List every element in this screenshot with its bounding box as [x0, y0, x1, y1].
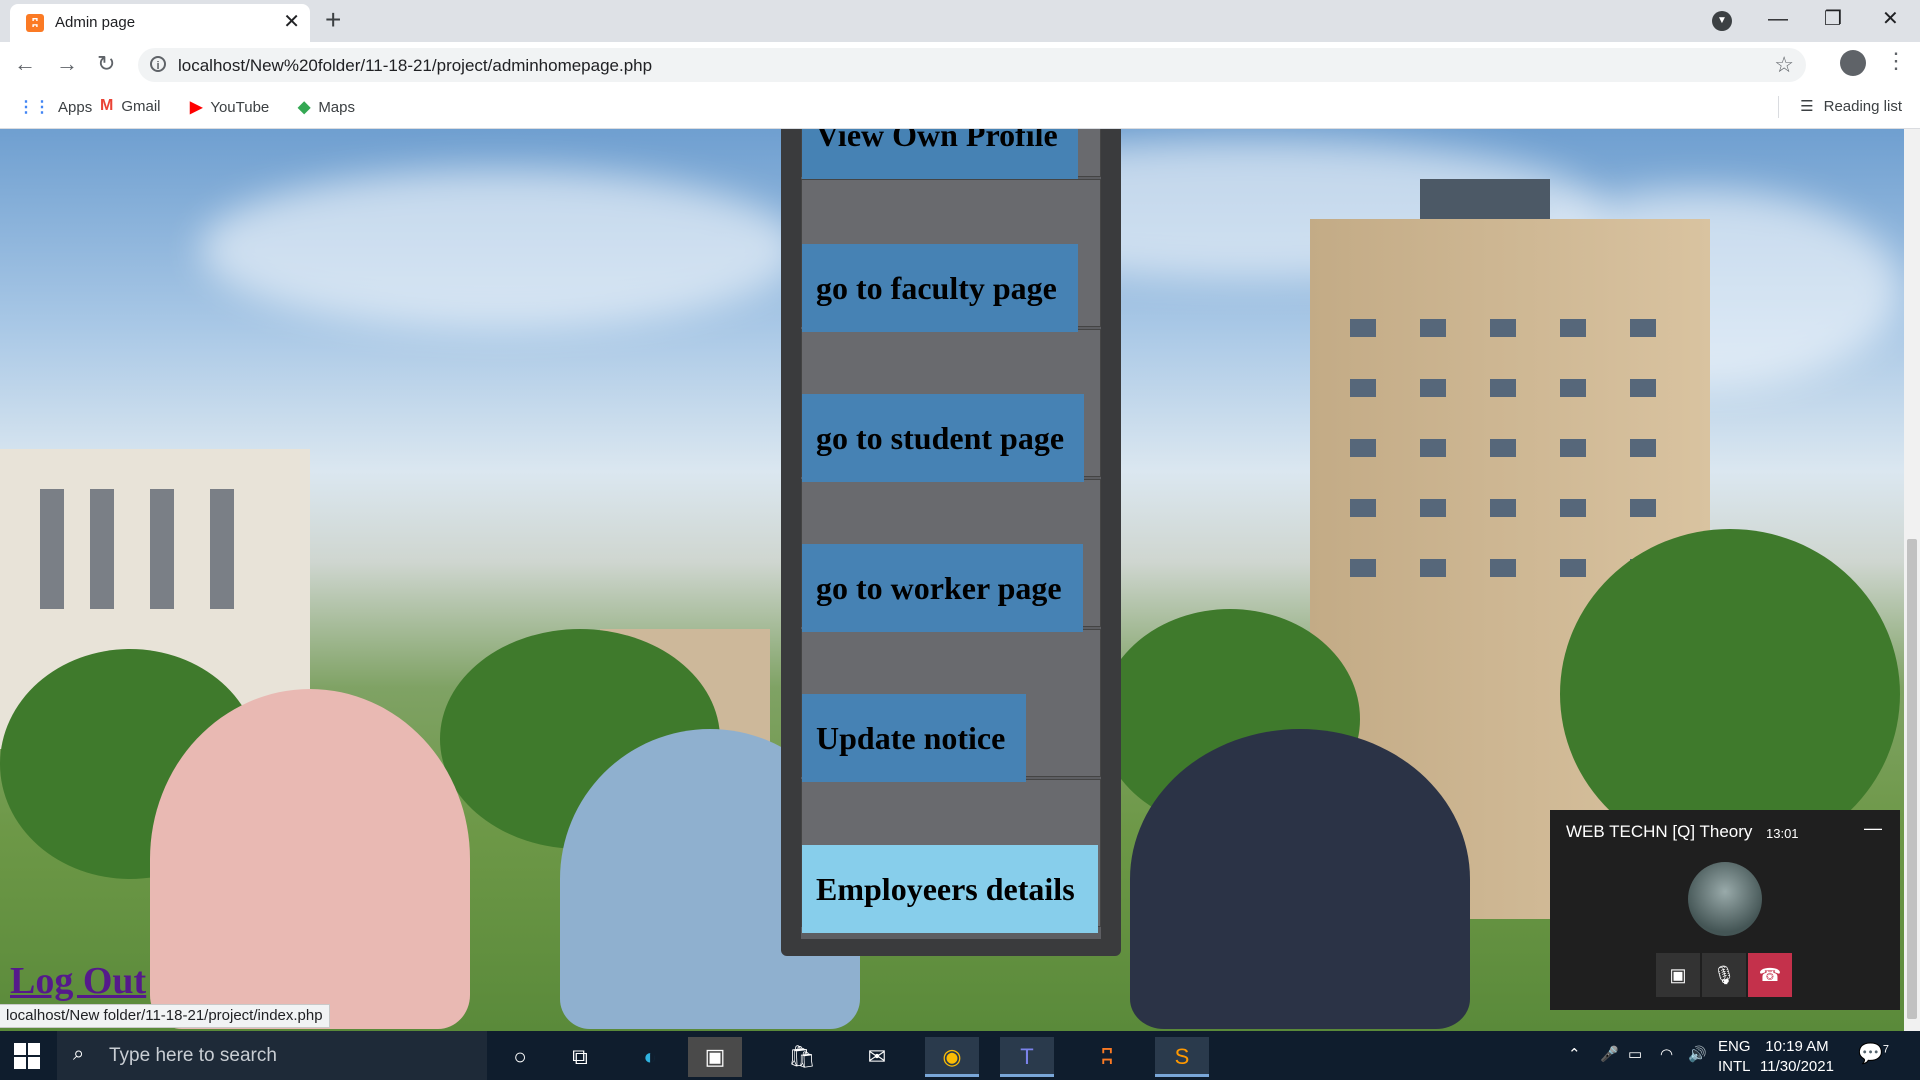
- search-icon: ⌕: [73, 1043, 85, 1065]
- mic-muted-icon[interactable]: 🎙: [1702, 953, 1746, 997]
- student-figure: [1130, 729, 1470, 1029]
- bookmark-maps[interactable]: ◆ Maps: [298, 97, 355, 117]
- url-text[interactable]: localhost/New%20folder/11-18-21/project/…: [178, 56, 652, 76]
- windows-start-icon[interactable]: [14, 1043, 40, 1069]
- bookmark-youtube[interactable]: ▶ YouTube: [190, 97, 269, 117]
- logout-link[interactable]: Log Out: [10, 959, 146, 1003]
- scrollbar-thumb[interactable]: [1907, 539, 1917, 1019]
- address-bar[interactable]: i localhost/New%20folder/11-18-21/projec…: [138, 48, 1806, 82]
- tab-strip: ʭ Admin page ✕ + ▼ — ❐ ✕: [0, 0, 1920, 42]
- xampp-taskbar-icon[interactable]: ʭ: [1080, 1037, 1134, 1077]
- minimize-icon[interactable]: —: [1768, 6, 1788, 32]
- apps-grid-icon: ⋮⋮: [18, 99, 50, 116]
- notification-count: 7: [1882, 1043, 1890, 1056]
- reload-icon[interactable]: ↻: [97, 50, 115, 78]
- search-placeholder: Type here to search: [109, 1045, 277, 1066]
- minimize-call-icon[interactable]: —: [1864, 818, 1882, 839]
- new-tab-button[interactable]: +: [325, 5, 341, 35]
- teams-icon[interactable]: T: [1000, 1037, 1054, 1077]
- status-bar-url: localhost/New folder/11-18-21/project/in…: [0, 1004, 330, 1028]
- windows-taskbar: ⌕ Type here to search ○ ⧉ ◐ ▣ 🛍 ✉ ◉ T ʭ …: [0, 1031, 1920, 1080]
- clock-time: 10:19 AM: [1765, 1038, 1829, 1055]
- xampp-icon: ʭ: [26, 14, 44, 32]
- taskbar-clock[interactable]: 10:19 AM 11/30/2021: [1760, 1037, 1834, 1077]
- student-figure: [150, 689, 470, 1029]
- teams-call-window[interactable]: WEB TECHN [Q] Theory 13:01 — ▣ 🎙 ☎: [1550, 810, 1900, 1010]
- gmail-icon: M: [100, 97, 114, 114]
- language-indicator[interactable]: ENG INTL: [1718, 1037, 1751, 1077]
- network-icon[interactable]: ◠: [1660, 1045, 1673, 1063]
- page-scrollbar[interactable]: [1904, 129, 1920, 1031]
- maps-icon: ◆: [298, 99, 311, 116]
- close-window-icon[interactable]: ✕: [1882, 6, 1899, 32]
- faculty-page-button[interactable]: go to faculty page: [802, 244, 1078, 332]
- worker-page-button[interactable]: go to worker page: [802, 544, 1083, 632]
- reading-list-icon: ☰: [1800, 98, 1814, 115]
- employeers-details-button[interactable]: Employeers details: [802, 845, 1098, 933]
- bookmark-star-icon[interactable]: ☆: [1774, 52, 1794, 78]
- app-icon[interactable]: ▣: [688, 1037, 742, 1077]
- close-tab-icon[interactable]: ✕: [283, 11, 300, 33]
- admin-menu-panel: View Own Profile go to faculty page go t…: [781, 129, 1121, 956]
- browser-tab[interactable]: ʭ Admin page ✕: [10, 4, 310, 42]
- sublime-text-icon[interactable]: S: [1155, 1037, 1209, 1077]
- participant-avatar: [1688, 862, 1762, 936]
- bookmark-gmail[interactable]: M Gmail: [100, 97, 161, 115]
- profile-avatar-icon[interactable]: [1840, 50, 1866, 76]
- bookmarks-bar: ⋮⋮ Apps M Gmail ▶ YouTube ◆ Maps ☰ Readi…: [0, 88, 1920, 129]
- mail-icon[interactable]: ✉: [850, 1037, 904, 1077]
- video-off-icon[interactable]: ▣: [1656, 953, 1700, 997]
- forward-icon[interactable]: →: [56, 50, 78, 78]
- battery-icon[interactable]: ▭: [1628, 1045, 1642, 1063]
- cortana-icon[interactable]: ○: [493, 1037, 547, 1077]
- browser-menu-icon[interactable]: ⋮: [1885, 48, 1907, 74]
- bookmark-divider: [1778, 96, 1779, 118]
- edge-icon[interactable]: ◐: [623, 1037, 677, 1077]
- cloud: [200, 169, 800, 329]
- back-icon[interactable]: ←: [14, 50, 36, 78]
- site-info-icon[interactable]: i: [150, 56, 166, 72]
- task-view-icon[interactable]: ⧉: [553, 1037, 607, 1077]
- chrome-icon[interactable]: ◉: [925, 1037, 979, 1077]
- taskbar-search-box[interactable]: ⌕ Type here to search: [57, 1031, 487, 1080]
- tray-expand-icon[interactable]: ⌃: [1568, 1045, 1581, 1063]
- restore-icon[interactable]: ❐: [1824, 6, 1842, 32]
- call-title: WEB TECHN [Q] Theory: [1566, 822, 1753, 841]
- store-icon[interactable]: 🛍: [775, 1037, 829, 1077]
- view-own-profile-button[interactable]: View Own Profile: [802, 129, 1078, 179]
- bookmark-apps[interactable]: ⋮⋮ Apps: [18, 97, 92, 117]
- youtube-icon: ▶: [190, 99, 203, 116]
- student-page-button[interactable]: go to student page: [802, 394, 1084, 482]
- microphone-icon[interactable]: 🎤: [1600, 1045, 1619, 1063]
- volume-icon[interactable]: 🔊: [1688, 1045, 1707, 1063]
- tab-title: Admin page: [55, 14, 136, 31]
- call-duration: 13:01: [1766, 826, 1799, 841]
- browser-toolbar: ← → ↻ i localhost/New%20folder/11-18-21/…: [0, 42, 1920, 88]
- notifications-icon[interactable]: 💬7: [1858, 1041, 1889, 1066]
- update-notice-button[interactable]: Update notice: [802, 694, 1026, 782]
- end-call-icon[interactable]: ☎: [1748, 953, 1792, 997]
- clock-date: 11/30/2021: [1760, 1058, 1834, 1075]
- tab-search-icon[interactable]: ▼: [1712, 11, 1732, 31]
- reading-list-button[interactable]: ☰ Reading list: [1800, 97, 1902, 116]
